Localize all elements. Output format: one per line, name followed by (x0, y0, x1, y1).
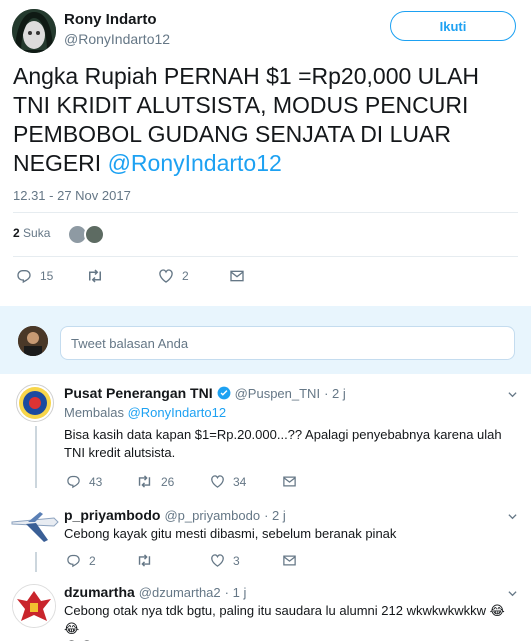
reply-time[interactable]: · 1 j (225, 585, 247, 600)
likes-count: 2 (13, 226, 20, 240)
message-action[interactable] (282, 474, 297, 489)
reply-time[interactable]: · 2 j (324, 386, 346, 401)
thread-line (35, 426, 37, 488)
reply-text: Cebong otak nya tdk bgtu, paling itu sau… (64, 602, 519, 641)
reply-time[interactable]: · 2 j (264, 508, 286, 523)
reply-input-placeholder: Tweet balasan Anda (71, 335, 189, 351)
replying-to: Membalas @RonyIndarto12 (64, 405, 226, 420)
envelope-icon (230, 270, 244, 282)
reply-header: dzumartha @dzumartha2 · 1 j (64, 584, 246, 600)
likers-avatars[interactable] (67, 224, 105, 245)
retweet-icon (138, 554, 151, 567)
chevron-down-icon[interactable] (508, 512, 517, 521)
reply-icon (67, 475, 80, 489)
tweet-text: Angka Rupiah PERNAH $1 =Rp20,000 ULAH TN… (13, 62, 518, 178)
heart-icon (159, 269, 173, 283)
reply-avatar[interactable] (12, 584, 56, 628)
liker-avatar[interactable] (84, 224, 105, 245)
thread-line (35, 552, 37, 572)
message-action[interactable] (282, 553, 297, 568)
reply-action[interactable]: 43 (66, 474, 102, 489)
retweet-count: 26 (161, 474, 175, 489)
like-count: 3 (233, 553, 240, 568)
retweet-action[interactable] (136, 553, 161, 568)
author-handle[interactable]: @RonyIndarto12 (64, 31, 170, 47)
reply-avatar[interactable] (16, 384, 54, 422)
reply-text-body: Cebong otak nya tdk bgtu, paling itu sau… (64, 603, 487, 618)
reply-count: 2 (89, 553, 96, 568)
author-avatar-image (12, 9, 56, 53)
divider (13, 256, 518, 257)
likes-label: Suka (23, 226, 51, 240)
reply-action[interactable]: 15 (16, 268, 53, 284)
reply-count: 43 (89, 474, 103, 489)
envelope-icon (283, 476, 296, 487)
divider (13, 212, 518, 213)
reply-author-handle[interactable]: @Puspen_TNI (235, 386, 320, 401)
reply-avatar[interactable] (10, 508, 60, 548)
reply-action[interactable]: 2 (66, 553, 96, 568)
author-avatar[interactable] (12, 9, 56, 53)
like-action[interactable]: 2 (158, 268, 189, 284)
message-action[interactable] (229, 268, 245, 284)
reply-icon (67, 554, 80, 568)
reply-text: Bisa kasih data kapan $1=Rp.20.000...?? … (64, 427, 502, 460)
reply-author-name[interactable]: dzumartha (64, 584, 135, 600)
tweet-timestamp[interactable]: 12.31 - 27 Nov 2017 (13, 188, 131, 203)
current-user-avatar-image (18, 326, 48, 356)
reply-header: p_priyambodo @p_priyambodo · 2 j (64, 507, 286, 523)
like-action[interactable]: 34 (210, 474, 246, 489)
retweet-icon (138, 475, 151, 488)
replying-to-link[interactable]: @RonyIndarto12 (128, 405, 226, 420)
reply-author-handle[interactable]: @dzumartha2 (139, 585, 221, 600)
retweet-action[interactable] (86, 268, 112, 284)
envelope-icon (283, 555, 296, 566)
reply-input[interactable]: Tweet balasan Anda (60, 326, 515, 360)
like-count: 34 (233, 474, 247, 489)
reply-icon (17, 270, 31, 284)
reply-text: Cebong kayak gitu mesti dibasmi, sebelum… (64, 526, 397, 541)
reply-author-name[interactable]: p_priyambodo (64, 507, 160, 523)
likes-summary[interactable]: 2 Suka (13, 226, 50, 240)
tni-emblem-icon (19, 387, 51, 419)
tweet-mention-link[interactable]: @RonyIndarto12 (108, 150, 282, 176)
retweet-icon (89, 269, 101, 283)
reply-author-handle[interactable]: @p_priyambodo (164, 508, 260, 523)
reply-author-name[interactable]: Pusat Penerangan TNI (64, 385, 213, 401)
heart-icon (211, 554, 224, 567)
airplane-avatar-image (11, 512, 59, 542)
like-count: 2 (182, 269, 189, 283)
follow-button[interactable]: Ikuti (390, 11, 516, 41)
reply-header: Pusat Penerangan TNI @Puspen_TNI · 2 j (64, 385, 346, 401)
like-action[interactable]: 3 (210, 553, 240, 568)
chevron-down-icon[interactable] (508, 390, 517, 399)
heart-icon (211, 475, 224, 488)
verified-badge-icon (217, 386, 231, 400)
current-user-avatar[interactable] (18, 326, 48, 356)
retweet-action[interactable]: 26 (136, 474, 174, 489)
author-name[interactable]: Rony Indarto (64, 11, 157, 28)
reply-count: 15 (40, 269, 54, 283)
chevron-down-icon[interactable] (508, 589, 517, 598)
replying-to-label: Membalas (64, 405, 124, 420)
garuda-emblem-icon (13, 585, 55, 627)
